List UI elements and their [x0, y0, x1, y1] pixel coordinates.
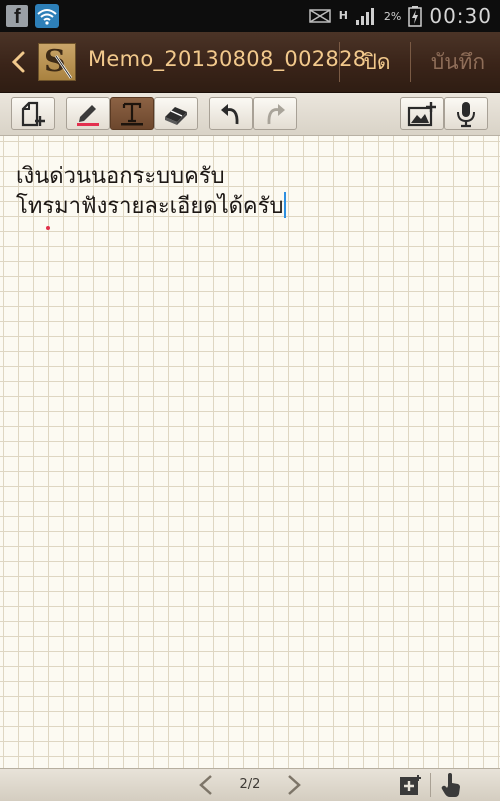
microphone-icon — [457, 101, 475, 127]
app-logo: S — [38, 43, 76, 81]
voice-input-button[interactable] — [444, 97, 488, 130]
facebook-icon: f — [6, 5, 28, 27]
clock: 00:30 — [429, 4, 492, 28]
next-page-icon[interactable] — [284, 773, 304, 797]
back-chevron-icon[interactable] — [7, 48, 31, 76]
page-indicator: 2/2 — [239, 777, 261, 792]
note-canvas[interactable]: เงินด่วนนอกระบบครับ โทรมาฟังรายละเอียดได… — [0, 136, 500, 768]
redo-button[interactable] — [253, 97, 297, 130]
editing-toolbar — [0, 93, 500, 136]
pen-tool-button[interactable] — [66, 97, 110, 130]
signal-icon — [355, 8, 374, 25]
note-text-line-2[interactable]: โทรมาฟังรายละเอียดได้ครับ — [16, 188, 287, 223]
memo-title[interactable]: Memo_20130808_002828 — [88, 47, 366, 71]
pen-icon — [77, 104, 99, 126]
pen-logo-icon — [54, 55, 73, 79]
eraser-icon — [165, 106, 187, 125]
battery-icon — [408, 6, 423, 27]
text-icon — [121, 102, 143, 125]
mute-icon — [308, 9, 331, 23]
status-bar: f H 2% 00:30 — [0, 0, 500, 32]
redo-icon — [267, 103, 285, 124]
page-navigation-bar: 2/2 — [0, 768, 500, 801]
pen-dot — [46, 226, 50, 230]
previous-page-icon[interactable] — [196, 773, 216, 797]
hand-scroll-icon[interactable] — [440, 772, 462, 798]
undo-icon — [221, 103, 239, 124]
text-cursor — [284, 192, 287, 218]
title-separator — [410, 42, 411, 82]
title-separator — [339, 42, 340, 82]
save-button[interactable]: บันทึก — [418, 46, 498, 79]
new-page-button[interactable] — [11, 97, 55, 130]
add-page-icon[interactable] — [398, 773, 422, 797]
title-bar: S Memo_20130808_002828 ปิด บันทึก — [0, 32, 500, 93]
new-page-icon — [21, 101, 45, 126]
undo-button[interactable] — [209, 97, 253, 130]
wifi-icon — [35, 4, 59, 28]
text-tool-button[interactable] — [110, 97, 154, 130]
battery-percent: 2% — [383, 9, 402, 23]
bottom-separator — [430, 773, 431, 797]
eraser-tool-button[interactable] — [154, 97, 198, 130]
network-type-label: H — [338, 9, 348, 22]
close-button[interactable]: ปิด — [352, 46, 402, 79]
insert-image-icon — [407, 101, 436, 126]
insert-image-button[interactable] — [400, 97, 444, 130]
